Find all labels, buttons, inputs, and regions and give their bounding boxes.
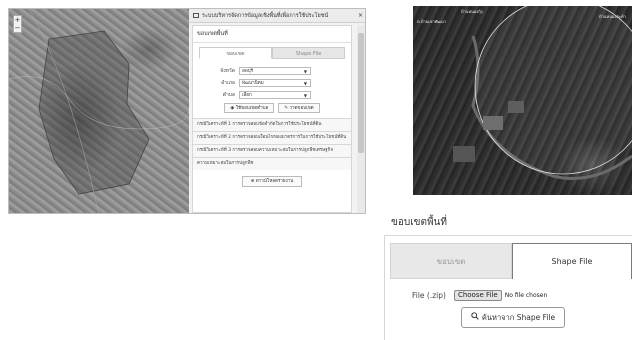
location-form: จังหวัด ลพบุรี ▼ อำเภอ พัฒนานิคม ▼ ตำบล เล… <box>193 59 351 100</box>
side-panel: ระบบบริหารจัดการข้อมูลเชิงพื้นที่เพื่อกา… <box>189 9 365 213</box>
panel-scrollbar[interactable] <box>357 25 365 213</box>
province-select[interactable]: ลพบุรี ▼ <box>239 66 311 75</box>
zoom-in-button[interactable]: + <box>14 16 21 24</box>
zoomed-panel-title: ขอบเขตพื้นที่ <box>384 210 632 236</box>
panel-header: ระบบบริหารจัดการข้อมูลเชิงพื้นที่เพื่อกา… <box>189 9 365 23</box>
panel-body: ขอบเขตพื้นที่ ขอบเขต Shape File จังหวัด … <box>192 25 352 213</box>
boundary-actions: ◉ ใช้ขอบเขตตำบล ✎ วาดขอบเขต <box>193 103 351 113</box>
panel-header-title: ระบบบริหารจัดการข้อมูลเชิงพื้นที่เพื่อกา… <box>202 13 329 19</box>
boundary-tabs: ขอบเขต Shape File <box>199 47 345 59</box>
province-label: จังหวัด <box>220 67 235 74</box>
satellite-image: ต.บ้านเขาพัฒนา บ้านหนองกุ้ง บ้านหนองตะค้… <box>413 6 632 195</box>
web-app-screenshot: + − ระบบบริหารจัดการข้อมูลเชิงพื้นที่เพื… <box>8 8 366 214</box>
boundary-circle <box>474 6 632 175</box>
map-label-top: บ้านหนองกุ้ง <box>461 9 483 14</box>
search-shapefile-label: ค้นหาจาก Shape File <box>481 313 556 322</box>
scrollbar-thumb[interactable] <box>358 33 364 153</box>
district-label: อำเภอ <box>221 79 235 86</box>
panel-left-border <box>384 236 385 340</box>
download-area: ⊕ ดาวน์โหลดรายงาน <box>193 176 351 187</box>
tab-boundary[interactable]: ขอบเขต <box>390 243 512 279</box>
download-report-button[interactable]: ⊕ ดาวน์โหลดรายงาน <box>241 176 303 187</box>
draw-boundary-label: วาดขอบเขต <box>289 106 314 111</box>
map-view[interactable]: + − <box>9 9 189 213</box>
tab-boundary[interactable]: ขอบเขต <box>199 47 272 59</box>
tab-shapefile[interactable]: Shape File <box>272 47 345 59</box>
use-boundary-label: ใช้ขอบเขตตำบล <box>235 106 269 111</box>
province-value: ลพบุรี <box>242 68 253 74</box>
chevron-down-icon: ▼ <box>303 92 307 98</box>
subdistrict-label: ตำบล <box>222 91 235 98</box>
file-label: File (.zip) <box>412 290 446 300</box>
choose-file-button[interactable]: Choose File <box>453 289 502 301</box>
subdistrict-value: เลือก <box>242 92 252 98</box>
chevron-down-icon: ▼ <box>303 80 307 86</box>
analysis-section-3[interactable]: กรณีวิเคราะห์ที่ 3 การตรวจสอบความเหมาะสม… <box>193 144 351 157</box>
district-boundary-overlay <box>9 9 189 213</box>
zoom-out-button[interactable]: − <box>14 24 21 32</box>
search-shapefile-button[interactable]: ค้นหาจาก Shape File <box>461 307 565 328</box>
map-label-left: ต.บ้านเขาพัฒนา <box>417 19 446 24</box>
download-report-label: ดาวน์โหลดรายงาน <box>255 179 294 184</box>
zoom-control[interactable]: + − <box>13 15 22 33</box>
no-file-text: No file chosen <box>504 291 548 299</box>
map-label-right: บ้านหนองตะค้า <box>599 14 626 19</box>
zoomed-boundary-panel: ขอบเขตพื้นที่ ขอบเขต Shape File File (.z… <box>384 210 632 340</box>
province-row: จังหวัด ลพบุรี ▼ <box>193 65 351 76</box>
drawn-boundary-overlay <box>453 6 632 180</box>
crop-suitability-section[interactable]: ความเหมาะสมในการปลูกพืช <box>193 157 351 170</box>
district-value: พัฒนานิคม <box>242 80 264 86</box>
analysis-section-1[interactable]: กรณีวิเคราะห์ที่ 1 การตรวจสอบข้อจำกัดในก… <box>193 118 351 131</box>
use-boundary-button[interactable]: ◉ ใช้ขอบเขตตำบล <box>224 103 275 113</box>
section-title: ขอบเขตพื้นที่ <box>193 26 351 43</box>
subdistrict-row: ตำบล เลือก ▼ <box>193 89 351 100</box>
zoomed-tabs: ขอบเขต Shape File <box>390 243 632 279</box>
tab-shapefile[interactable]: Shape File <box>512 243 632 279</box>
close-icon[interactable]: × <box>358 9 363 23</box>
analysis-section-2[interactable]: กรณีวิเคราะห์ที่ 2 การตรวจสอบเงื่อนไขของ… <box>193 131 351 144</box>
book-icon <box>193 13 199 18</box>
magnifier-icon <box>471 308 479 327</box>
district-select[interactable]: พัฒนานิคม ▼ <box>239 78 311 87</box>
chevron-down-icon: ▼ <box>303 68 307 74</box>
draw-boundary-button[interactable]: ✎ วาดขอบเขต <box>278 103 320 113</box>
file-upload-row: File (.zip) Choose File No file chosen <box>412 289 547 301</box>
district-row: อำเภอ พัฒนานิคม ▼ <box>193 77 351 88</box>
subdistrict-select[interactable]: เลือก ▼ <box>239 90 311 99</box>
